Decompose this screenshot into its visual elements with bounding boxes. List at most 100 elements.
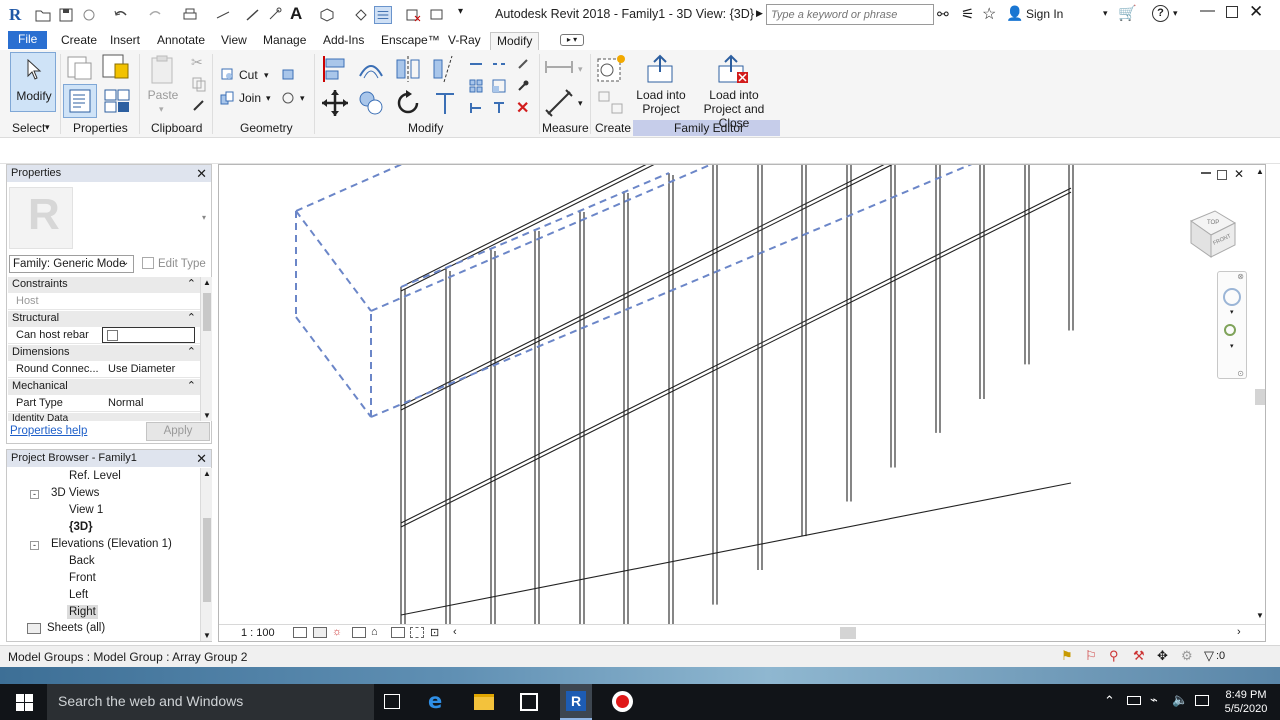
sign-in-link[interactable]: Sign In bbox=[1026, 7, 1063, 21]
modify-tool-button[interactable]: Modify bbox=[10, 52, 56, 112]
crop-view-icon[interactable] bbox=[391, 627, 405, 638]
selection-box-edge[interactable] bbox=[295, 165, 409, 212]
paste-dropdown-icon[interactable]: ▾ bbox=[159, 104, 164, 115]
taskbar-clock[interactable]: 8:49 PM 5/5/2020 bbox=[1218, 688, 1274, 716]
pin-icon[interactable] bbox=[515, 78, 531, 94]
properties-scrollbar[interactable]: ▲ ▼ bbox=[200, 277, 212, 421]
collapse-toggle-icon[interactable]: - bbox=[30, 490, 39, 499]
search-input[interactable] bbox=[766, 4, 934, 25]
select-pinned-icon[interactable]: ⚲ bbox=[1109, 648, 1119, 664]
steering-wheel-icon[interactable] bbox=[1223, 288, 1241, 306]
help-dropdown-icon[interactable]: ▾ bbox=[1173, 8, 1178, 19]
section-mechanical[interactable]: Mechanical ⌃ bbox=[8, 379, 200, 395]
mirror-draw-axis-icon[interactable] bbox=[430, 54, 460, 84]
tab-modify[interactable]: Modify bbox=[490, 32, 540, 50]
model-canvas[interactable] bbox=[219, 165, 1265, 625]
favorites-star-icon[interactable]: ☆ bbox=[982, 4, 996, 24]
grid-transom[interactable] bbox=[400, 165, 1071, 288]
collapse-icon[interactable]: ⌃ bbox=[187, 345, 196, 358]
create-similar-icon[interactable] bbox=[597, 90, 625, 116]
h-scroll-right-icon[interactable]: › bbox=[1237, 626, 1241, 638]
tree-item-ref-level[interactable]: Ref. Level bbox=[69, 470, 121, 482]
render-icon[interactable]: ⌂ bbox=[371, 626, 378, 638]
maximize-button[interactable] bbox=[1226, 6, 1238, 18]
tab-enscape[interactable]: Enscape™ bbox=[381, 32, 440, 50]
section-structural[interactable]: Structural ⌃ bbox=[8, 311, 200, 327]
file-explorer-icon[interactable] bbox=[474, 694, 494, 710]
tag-icon[interactable] bbox=[266, 6, 284, 24]
thin-lines-icon[interactable] bbox=[374, 6, 392, 24]
background-processes-icon[interactable]: ⚙ bbox=[1181, 648, 1193, 664]
demolish-icon[interactable] bbox=[280, 90, 296, 106]
qat-dropdown-icon[interactable]: ▾ bbox=[458, 6, 463, 17]
load-into-project-and-close-icon[interactable] bbox=[717, 54, 749, 84]
text-icon[interactable]: A bbox=[290, 4, 302, 24]
battery-icon[interactable] bbox=[1127, 696, 1141, 705]
measure-dropdown-icon[interactable]: ▾ bbox=[578, 64, 583, 75]
windows-start-icon[interactable] bbox=[16, 694, 33, 711]
selection-box-edge[interactable] bbox=[295, 210, 372, 312]
view-restore-icon[interactable] bbox=[1217, 170, 1227, 180]
grid-transom-edge[interactable] bbox=[400, 165, 1071, 292]
prop-row-part-type[interactable]: Part Type Normal bbox=[8, 395, 200, 412]
prop-row-host[interactable]: Host bbox=[8, 293, 200, 310]
tab-insert[interactable]: Insert bbox=[110, 32, 140, 50]
shadows-icon[interactable] bbox=[352, 627, 366, 638]
tree-item-sheets[interactable]: Sheets (all) bbox=[47, 622, 105, 634]
tree-item-3d-views[interactable]: 3D Views bbox=[51, 487, 99, 499]
user-icon[interactable]: 👤 bbox=[1006, 5, 1023, 22]
tree-item-view-1[interactable]: View 1 bbox=[69, 504, 103, 516]
can-host-rebar-checkbox[interactable] bbox=[107, 330, 118, 341]
network-icon[interactable]: ⌁ bbox=[1150, 692, 1158, 708]
view-minimize-icon[interactable] bbox=[1201, 172, 1211, 174]
task-view-icon[interactable] bbox=[384, 694, 400, 709]
delete-icon[interactable]: ✕ bbox=[516, 98, 529, 118]
tray-chevron-icon[interactable]: ⌃ bbox=[1104, 693, 1115, 709]
collapse-icon[interactable]: ⌃ bbox=[187, 277, 196, 290]
grid-bottom-edge[interactable] bbox=[400, 482, 1072, 616]
can-host-rebar-field[interactable] bbox=[102, 327, 195, 343]
binoculars-icon[interactable]: ⚯ bbox=[937, 6, 949, 23]
close-icon[interactable]: ✕ bbox=[196, 166, 207, 182]
tree-item-right[interactable]: Right bbox=[67, 605, 98, 619]
aligned-dimension-tool-icon[interactable] bbox=[544, 88, 574, 118]
sign-in-dropdown-icon[interactable]: ▾ bbox=[1103, 8, 1108, 19]
select-links-icon[interactable]: ⚑ bbox=[1061, 648, 1073, 664]
tab-vray[interactable]: V-Ray bbox=[448, 32, 481, 50]
show-crop-icon[interactable] bbox=[410, 627, 424, 638]
tree-item-3d[interactable]: {3D} bbox=[69, 521, 93, 533]
grid-transom-edge[interactable] bbox=[400, 165, 1071, 411]
family-types-icon[interactable] bbox=[101, 52, 131, 82]
trim-single-icon[interactable] bbox=[491, 100, 507, 116]
close-hidden-windows-icon[interactable] bbox=[404, 6, 422, 24]
viewcube[interactable]: TOP FRONT bbox=[1185, 205, 1239, 261]
zoom-icon[interactable] bbox=[1224, 324, 1236, 336]
tab-view[interactable]: View bbox=[221, 32, 247, 50]
scroll-down-icon[interactable]: ▼ bbox=[203, 631, 211, 640]
cut-geometry-icon[interactable] bbox=[219, 66, 235, 82]
subscription-icon[interactable]: ⚟ bbox=[961, 5, 974, 23]
save-icon[interactable] bbox=[57, 6, 75, 24]
h-scroll-left-icon[interactable]: ‹ bbox=[453, 626, 457, 638]
edge-icon[interactable]: e bbox=[428, 689, 442, 713]
selection-box-edge[interactable] bbox=[370, 165, 979, 418]
apply-button[interactable]: Apply bbox=[146, 422, 210, 441]
cut-geometry-label[interactable]: Cut bbox=[239, 68, 258, 82]
taskbar-search-box[interactable]: Search the web and Windows bbox=[47, 684, 374, 720]
join-geometry-label[interactable]: Join bbox=[239, 91, 261, 105]
tree-item-left[interactable]: Left bbox=[69, 589, 88, 601]
trim-extend-icon[interactable] bbox=[430, 88, 460, 118]
offset-icon[interactable] bbox=[356, 54, 386, 84]
browser-header[interactable]: Project Browser - Family1 ✕ bbox=[7, 450, 211, 467]
move-icon[interactable] bbox=[320, 88, 350, 118]
select-underlay-icon[interactable]: ⚐ bbox=[1085, 648, 1097, 664]
type-preview-dropdown-icon[interactable]: ▾ bbox=[202, 213, 206, 222]
store-icon[interactable] bbox=[520, 693, 538, 711]
viewport-v-scrollbar[interactable]: ▲ ▼ bbox=[1255, 165, 1265, 625]
selection-box-edge[interactable] bbox=[295, 316, 372, 418]
properties-header[interactable]: Properties ✕ bbox=[7, 165, 211, 182]
steering-wheel-dropdown-icon[interactable]: ▾ bbox=[1230, 308, 1234, 316]
browser-scrollbar[interactable]: ▲ ▼ bbox=[200, 468, 212, 641]
3d-viewport[interactable]: ✕ TOP FRONT ⊗ ▾ ▾ ⊙ ▲ ▼ bbox=[218, 164, 1266, 642]
section-dimensions[interactable]: Dimensions ⌃ bbox=[8, 345, 200, 361]
